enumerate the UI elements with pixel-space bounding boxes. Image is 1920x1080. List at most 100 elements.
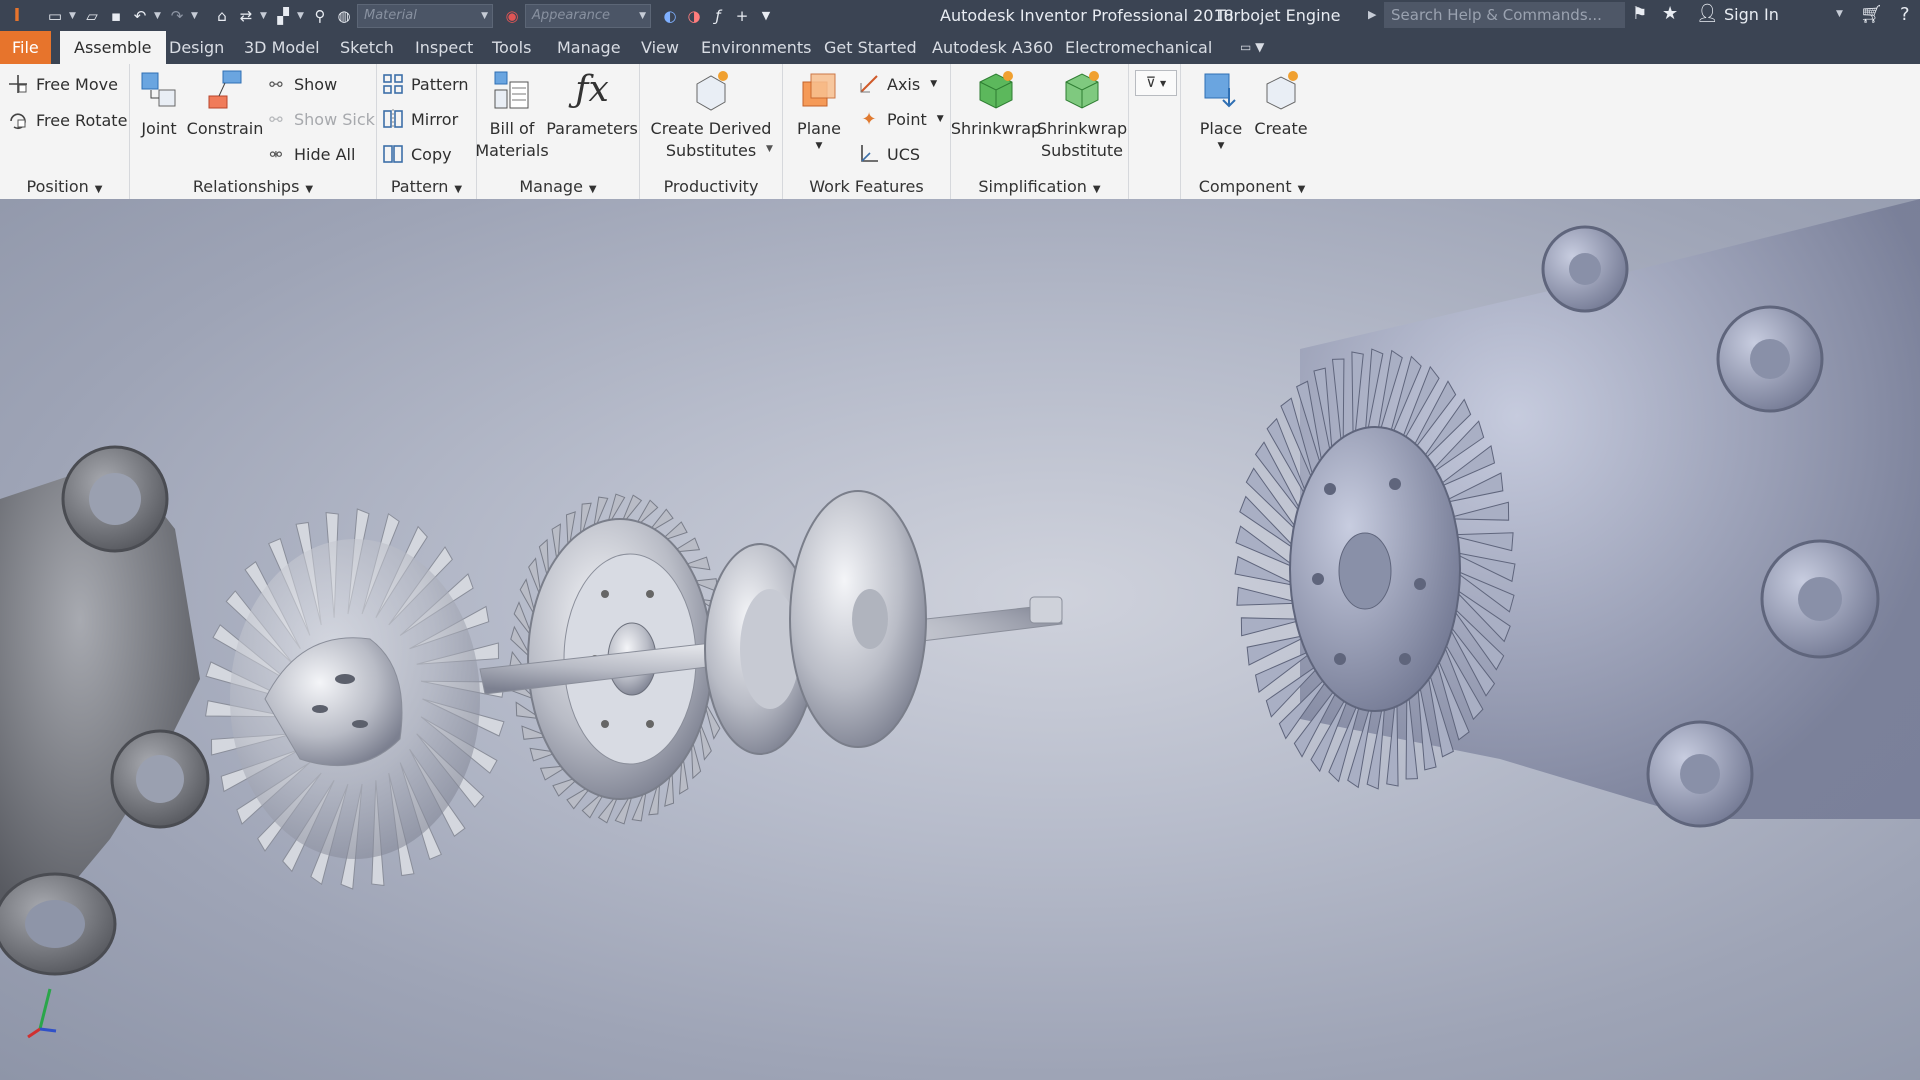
front-fan-blades[interactable]	[205, 508, 505, 890]
panel-label-relationships[interactable]: Relationships ▼	[130, 175, 376, 199]
place-button[interactable]: Place ▼	[1193, 68, 1249, 152]
assembled-engine-core[interactable]	[1234, 199, 1920, 828]
panel-label-pattern[interactable]: Pattern ▼	[377, 175, 476, 199]
tab-electromechanical[interactable]: Electromechanical	[1065, 31, 1212, 64]
update-icon[interactable]: ⇄	[235, 5, 257, 27]
tab-tools[interactable]: Tools	[492, 31, 531, 64]
left-housing-part[interactable]	[0, 445, 210, 976]
exploded-engine-model[interactable]	[0, 199, 1920, 1080]
chevron-down-icon: ▼	[588, 184, 597, 195]
clear-appearance-icon[interactable]: ◑	[683, 5, 705, 27]
axis-icon	[857, 72, 881, 96]
ucs-button[interactable]: UCS	[857, 141, 920, 167]
shrinkwrap-button[interactable]: Shrinkwrap	[951, 68, 1041, 140]
chevron-down-icon[interactable]: ▼	[1836, 9, 1843, 19]
chevron-down-icon: ▼	[1092, 184, 1101, 195]
tab-manage[interactable]: Manage	[557, 31, 621, 64]
cart-icon[interactable]: 🛒︎	[1860, 4, 1883, 25]
free-move-button[interactable]: Free Move	[6, 71, 118, 97]
bill-of-materials-button[interactable]: Bill of Materials	[475, 68, 549, 162]
graphics-viewport[interactable]	[0, 199, 1920, 1080]
tab-environments[interactable]: Environments	[701, 31, 812, 64]
parameters-fx-icon[interactable]: ƒ	[707, 5, 729, 27]
panel-label-position[interactable]: Position ▼	[0, 175, 129, 199]
free-rotate-button[interactable]: Free Rotate	[6, 107, 127, 133]
expand-arrow-icon[interactable]: ▶	[1368, 8, 1376, 21]
filter-dropdown[interactable]: ⊽ ▼	[1135, 70, 1177, 96]
save-icon[interactable]: ▪	[105, 5, 127, 27]
new-file-icon[interactable]: ▭	[44, 5, 66, 27]
panel-label-simplification[interactable]: Simplification ▼	[951, 175, 1128, 199]
communication-icon[interactable]: ⚑	[1632, 4, 1647, 24]
hide-all-button[interactable]: ⚮ Hide All	[264, 141, 355, 167]
tab-inspect[interactable]: Inspect	[415, 31, 473, 64]
constrain-button[interactable]: Constrain	[184, 68, 266, 140]
chevron-down-icon: ▼	[1297, 184, 1306, 195]
customize-icon[interactable]: ▼	[755, 5, 777, 27]
turbine-disc[interactable]	[704, 490, 927, 755]
chevron-down-icon[interactable]: ▼	[1218, 140, 1225, 152]
chevron-down-icon[interactable]: ▼	[296, 11, 305, 21]
create-derived-substitutes-button[interactable]: Create Derived Substitutes	[646, 68, 776, 162]
show-button[interactable]: ⚯ Show	[264, 71, 337, 97]
parameters-button[interactable]: ƒx Parameters	[546, 68, 638, 140]
adjust-appearance-icon[interactable]: ◐	[659, 5, 681, 27]
tab-3d-model[interactable]: 3D Model	[244, 31, 320, 64]
panel-label-component[interactable]: Component ▼	[1181, 175, 1323, 199]
chevron-down-icon[interactable]: ▼	[190, 11, 199, 21]
plane-button[interactable]: Plane ▼	[791, 68, 847, 152]
chevron-down-icon[interactable]: ▼	[930, 79, 937, 89]
tab-file[interactable]: File	[0, 31, 51, 64]
panel-label-work-features: Work Features	[809, 177, 924, 196]
user-icon[interactable]: 👤︎	[1696, 3, 1719, 24]
axis-button[interactable]: Axis ▼	[857, 71, 937, 97]
chevron-down-icon[interactable]: ▼	[259, 11, 268, 21]
home-icon[interactable]: ⌂	[211, 5, 233, 27]
tab-autodesk-a360[interactable]: Autodesk A360	[932, 31, 1053, 64]
tab-get-started[interactable]: Get Started	[824, 31, 917, 64]
appearance-combo[interactable]: Appearance ▼	[525, 3, 651, 28]
copy-button[interactable]: Copy	[381, 141, 452, 167]
material-combo[interactable]: Material ▼	[357, 3, 493, 28]
tab-sketch[interactable]: Sketch	[340, 31, 394, 64]
tab-view[interactable]: View	[641, 31, 679, 64]
help-icon[interactable]: ?	[1900, 4, 1910, 25]
chevron-down-icon[interactable]: ▼	[68, 11, 77, 21]
appearance-icon[interactable]: ◉	[501, 5, 523, 27]
panel-label-manage[interactable]: Manage ▼	[477, 175, 639, 199]
favorites-star-icon[interactable]: ★	[1662, 3, 1678, 24]
chevron-down-icon[interactable]: ▼	[937, 114, 944, 124]
open-folder-icon[interactable]: ▱	[81, 5, 103, 27]
measure-icon[interactable]: ⚲	[309, 5, 331, 27]
create-derived-substitutes-icon	[689, 68, 733, 112]
create-component-button[interactable]: Create	[1251, 68, 1311, 140]
panel-relationships: Joint Constrain ⚯ Show ⚯ Show Sick ⚮ Hid…	[130, 64, 377, 199]
ribbon-tab-bar: File Assemble Design 3D Model Sketch Ins…	[0, 31, 1920, 64]
mirror-icon	[381, 107, 405, 131]
chevron-down-icon[interactable]: ▼	[766, 144, 773, 154]
chevron-down-icon[interactable]: ▼	[153, 11, 162, 21]
sign-in-link[interactable]: Sign In	[1724, 5, 1779, 24]
shrinkwrap-substitute-button[interactable]: Shrinkwrap Substitute	[1037, 68, 1127, 162]
point-button[interactable]: ✦ Point ▼	[857, 106, 944, 132]
select-icon[interactable]: ▞	[272, 5, 294, 27]
undo-icon[interactable]: ↶	[129, 5, 151, 27]
redo-icon[interactable]: ↷	[166, 5, 188, 27]
plane-icon	[797, 68, 841, 112]
title-bar: I ▭ ▼ ▱ ▪ ↶ ▼ ↷ ▼ ⌂ ⇄ ▼ ▞ ▼ ⚲ ◍ Material ▼ ◉ A…	[0, 0, 1920, 31]
chevron-down-icon[interactable]: ▼	[816, 140, 823, 152]
pattern-button[interactable]: Pattern	[381, 71, 469, 97]
tab-assemble[interactable]: Assemble	[60, 31, 166, 64]
create-component-icon	[1259, 68, 1303, 112]
free-move-icon	[6, 72, 30, 96]
inventor-logo-icon[interactable]: I	[6, 5, 28, 27]
ribbon-display-toggle-icon[interactable]: ▭ ▼	[1240, 31, 1264, 64]
tab-design[interactable]: Design	[169, 31, 224, 64]
mirror-button[interactable]: Mirror	[381, 106, 458, 132]
search-input[interactable]: Search Help & Commands...	[1384, 2, 1625, 28]
joint-button[interactable]: Joint	[134, 68, 184, 140]
add-icon[interactable]: +	[731, 5, 753, 27]
material-icon[interactable]: ◍	[333, 5, 355, 27]
parameters-fx-icon: ƒx	[575, 69, 609, 110]
show-sick-button[interactable]: ⚯ Show Sick	[264, 106, 375, 132]
